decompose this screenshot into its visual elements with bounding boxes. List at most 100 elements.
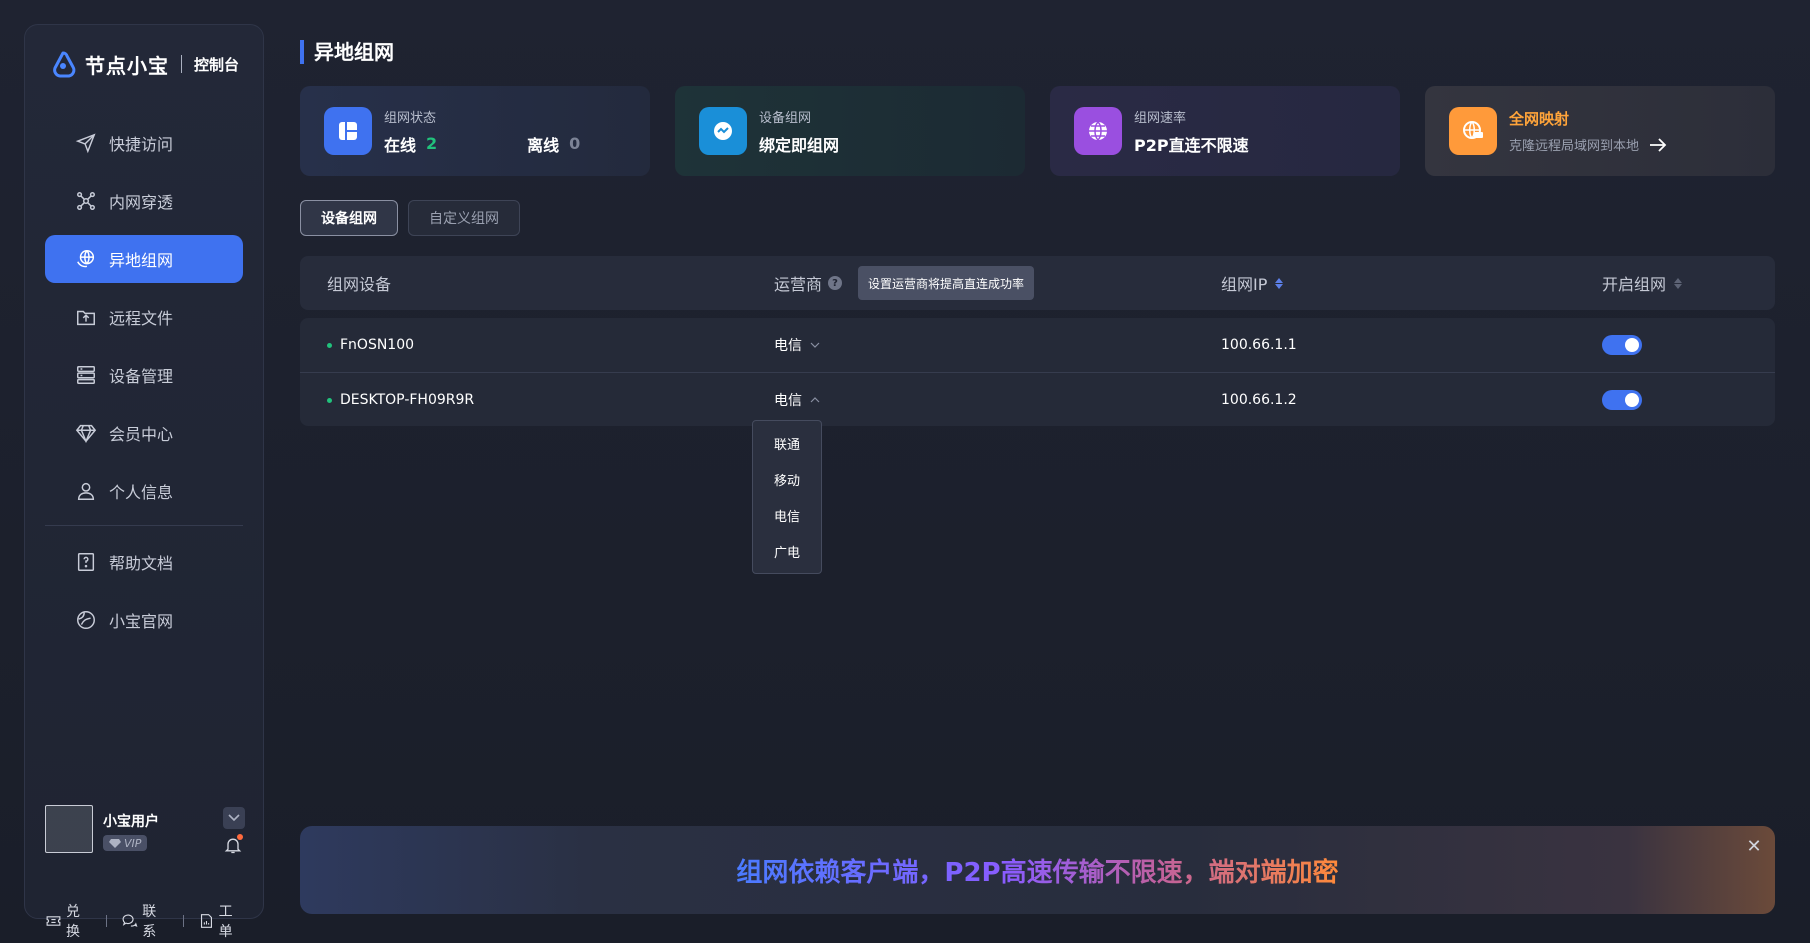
- device-name: DESKTOP-FH09R9R: [340, 392, 475, 408]
- vip-badge-label: VIP: [124, 836, 142, 850]
- carrier-option-mobile[interactable]: 移动: [753, 461, 821, 497]
- carrier-option-broadcast[interactable]: 广电: [753, 533, 821, 569]
- layout-icon: [324, 107, 372, 155]
- online-count: 2: [426, 134, 438, 153]
- header-device-label: 组网设备: [327, 275, 392, 294]
- table-header: 组网设备 运营商 ? 设置运营商将提高直连成功率 组网IP 开启组网: [300, 256, 1775, 310]
- diamond-icon: [75, 424, 97, 444]
- footer-separator: [106, 915, 108, 927]
- header-ip-label: 组网IP: [1221, 275, 1268, 294]
- sort-icon[interactable]: [1674, 277, 1683, 289]
- ip-value: 100.66.1.1: [1221, 337, 1297, 353]
- ticket-link[interactable]: 工单: [198, 901, 245, 941]
- send-icon: [75, 133, 96, 154]
- carrier-value: 电信: [774, 338, 802, 354]
- sidebar-item-website[interactable]: 小宝官网: [45, 596, 243, 644]
- globe-hand-icon: [77, 250, 95, 268]
- carrier-select[interactable]: 电信: [774, 373, 820, 427]
- sidebar-footer: 兑换 联系 工单: [45, 901, 245, 941]
- logo-icon: [53, 51, 76, 78]
- card-body: 设备组网 绑定即组网: [759, 107, 839, 156]
- header-enable-label: 开启组网: [1602, 275, 1667, 294]
- tab-custom-network[interactable]: 自定义组网: [408, 200, 520, 236]
- sidebar-nav: 快捷访问 内网穿透 异地组网 远程文件 设备管理 会员中心 个人信息 帮助文档 …: [45, 119, 243, 654]
- ip-cell: 100.66.1.2: [1221, 373, 1297, 427]
- sidebar-item-quick-access[interactable]: 快捷访问: [45, 119, 243, 167]
- network-tabs: 设备组网 自定义组网: [300, 200, 520, 236]
- device-name: FnOSN100: [340, 337, 415, 353]
- app-window: 节点小宝 控制台 快捷访问 内网穿透 异地组网 远程文件 设备管理 会员中心 个…: [0, 0, 1810, 943]
- carrier-dropdown: 联通 移动 电信 广电: [752, 420, 822, 574]
- carrier-value: 电信: [774, 393, 802, 409]
- user-icon: [77, 482, 95, 500]
- close-icon[interactable]: ✕: [1745, 838, 1763, 856]
- card-global-mapping[interactable]: 全网映射 克隆远程局域网到本地: [1425, 86, 1775, 176]
- header-ip[interactable]: 组网IP: [1221, 271, 1284, 295]
- user-menu-toggle[interactable]: [223, 807, 245, 829]
- enable-toggle[interactable]: [1602, 390, 1642, 410]
- sidebar-item-remote-network[interactable]: 异地组网: [45, 235, 243, 283]
- help-doc-icon: [77, 553, 95, 571]
- user-panel: 小宝用户 VIP: [45, 805, 245, 861]
- sidebar-item-label: 小宝官网: [109, 612, 174, 631]
- chevron-down-icon: [810, 342, 820, 348]
- carrier-option-unicom[interactable]: 联通: [753, 425, 821, 461]
- sidebar-item-membership[interactable]: 会员中心: [45, 409, 243, 457]
- sidebar-item-profile[interactable]: 个人信息: [45, 467, 243, 515]
- card-value: P2P直连不限速: [1134, 135, 1249, 155]
- brand-subtitle: 控制台: [194, 55, 240, 74]
- device-cell: FnOSN100: [327, 318, 414, 372]
- brand[interactable]: 节点小宝 控制台: [47, 47, 239, 81]
- card-body: 全网映射 克隆远程局域网到本地: [1509, 108, 1667, 154]
- tab-device-network[interactable]: 设备组网: [300, 200, 398, 236]
- enable-toggle[interactable]: [1602, 335, 1642, 355]
- card-icon: [699, 107, 747, 155]
- header-device: 组网设备: [327, 271, 391, 295]
- avatar[interactable]: [45, 805, 93, 853]
- vip-badge: VIP: [103, 835, 148, 851]
- redeem-link[interactable]: 兑换: [45, 901, 92, 941]
- table-row: FnOSN100 电信 100.66.1.1: [300, 318, 1775, 372]
- sidebar-item-label: 快捷访问: [109, 135, 174, 154]
- page-title: 异地组网: [300, 40, 394, 64]
- online-dot: [327, 342, 332, 348]
- sidebar-item-label: 内网穿透: [109, 193, 174, 212]
- sidebar-item-devices[interactable]: 设备管理: [45, 351, 243, 399]
- carrier-select[interactable]: 电信: [774, 318, 820, 372]
- banner-text: 组网依赖客户端，P2P高速传输不限速，端对端加密: [736, 852, 1338, 889]
- sidebar-item-remote-files[interactable]: 远程文件: [45, 293, 243, 341]
- sidebar-item-label: 设备管理: [109, 367, 174, 386]
- card-sub-text: 克隆远程局域网到本地: [1509, 139, 1640, 154]
- globe-icon: [1089, 121, 1107, 141]
- sidebar-item-intranet[interactable]: 内网穿透: [45, 177, 243, 225]
- vip-diamond-icon: [109, 839, 121, 848]
- help-icon[interactable]: ?: [828, 276, 843, 290]
- carrier-option-telecom[interactable]: 电信: [753, 497, 821, 533]
- chat-icon: [122, 914, 138, 927]
- card-label: 设备组网: [759, 110, 812, 126]
- contact-link[interactable]: 联系: [121, 901, 168, 941]
- arrow-right-icon: [1650, 137, 1667, 152]
- card-body: 组网速率 P2P直连不限速: [1134, 107, 1249, 156]
- sidebar-item-label: 会员中心: [109, 425, 174, 444]
- sort-icon[interactable]: [1275, 277, 1284, 289]
- promo-banner: 组网依赖客户端，P2P高速传输不限速，端对端加密 ✕: [300, 826, 1775, 914]
- card-sub: 克隆远程局域网到本地: [1509, 135, 1667, 154]
- card-label: 组网速率: [1134, 110, 1187, 126]
- card-label: 组网状态: [384, 110, 437, 126]
- document-icon: [200, 914, 212, 928]
- notification-dot: [237, 834, 243, 840]
- card-device-network: 设备组网 绑定即组网: [675, 86, 1025, 176]
- card-icon: [1074, 107, 1122, 155]
- card-network-status: 组网状态 在线 2 离线 0: [300, 86, 650, 176]
- header-enable[interactable]: 开启组网: [1602, 271, 1683, 295]
- notification-button[interactable]: [223, 834, 243, 855]
- dashboard-icon: [339, 122, 357, 140]
- nav-divider: [45, 525, 243, 526]
- table-row: DESKTOP-FH09R9R 电信 100.66.1.2: [300, 372, 1775, 426]
- card-value: 绑定即组网: [759, 135, 840, 155]
- sidebar-item-help[interactable]: 帮助文档: [45, 538, 243, 586]
- card-body: 组网状态 在线 2 离线 0: [384, 107, 580, 156]
- brand-separator: [181, 55, 182, 73]
- offline-count: 0: [569, 134, 581, 153]
